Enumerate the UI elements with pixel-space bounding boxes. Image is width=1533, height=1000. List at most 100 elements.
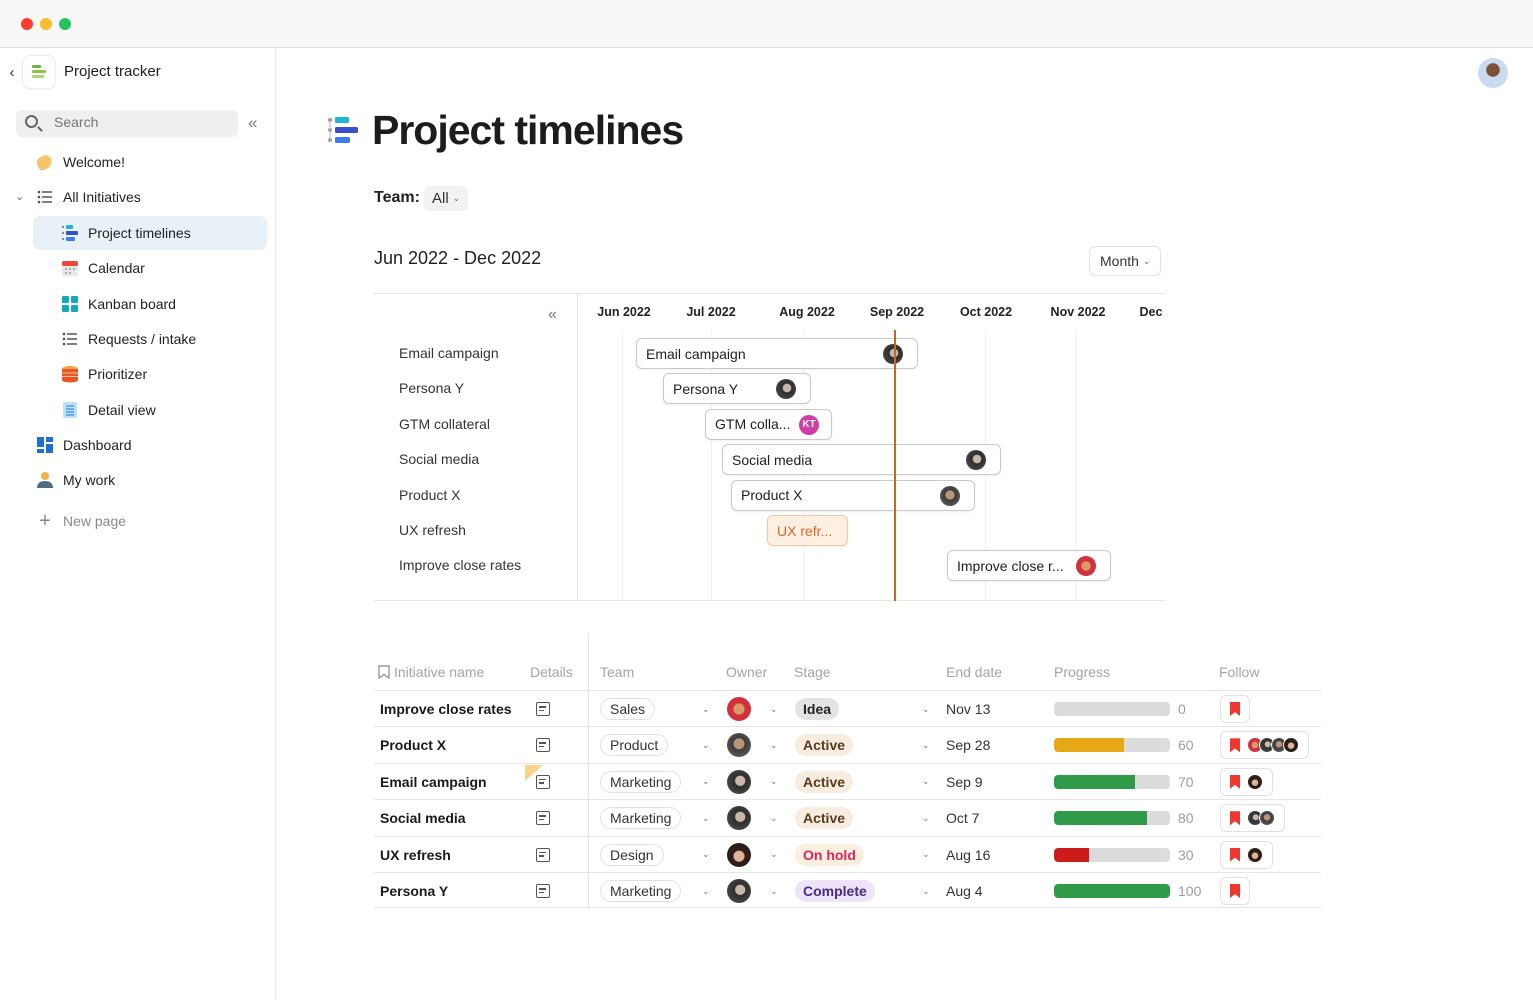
end-date[interactable]: Oct 7 bbox=[946, 800, 979, 836]
maximize-window-button[interactable] bbox=[59, 18, 71, 30]
end-date[interactable]: Sep 28 bbox=[946, 727, 990, 763]
back-chevron-icon[interactable]: ‹ bbox=[6, 64, 18, 81]
follow-button[interactable] bbox=[1220, 731, 1309, 760]
timeline-bar[interactable]: UX refr... bbox=[767, 515, 848, 546]
team-dropdown-chevron-icon[interactable]: ⌄ bbox=[702, 800, 710, 836]
user-avatar[interactable] bbox=[1478, 58, 1508, 88]
sidebar-item-detail-view[interactable]: Detail view bbox=[61, 393, 156, 427]
team-tag[interactable]: Marketing bbox=[600, 807, 682, 830]
timescale-select[interactable]: Month ⌄ bbox=[1089, 246, 1162, 276]
minimize-window-button[interactable] bbox=[40, 18, 52, 30]
stage-dropdown-chevron-icon[interactable]: ⌄ bbox=[922, 691, 930, 727]
team-dropdown-chevron-icon[interactable]: ⌄ bbox=[702, 727, 710, 763]
owner-avatar[interactable] bbox=[727, 879, 751, 903]
search-input[interactable] bbox=[54, 114, 224, 130]
team-tag[interactable]: Marketing bbox=[600, 880, 682, 902]
end-date[interactable]: Aug 4 bbox=[946, 873, 983, 909]
stage-dropdown-chevron-icon[interactable]: ⌄ bbox=[922, 837, 930, 873]
sidebar-item-prioritizer[interactable]: Prioritizer bbox=[61, 357, 147, 391]
details-doc-icon[interactable] bbox=[536, 774, 550, 789]
follow-button[interactable] bbox=[1220, 695, 1250, 723]
initiative-name[interactable]: Social media bbox=[380, 800, 466, 836]
collapse-sidebar-icon[interactable]: « bbox=[248, 113, 257, 133]
owner-avatar[interactable] bbox=[727, 842, 751, 867]
timeline-bar[interactable]: Email campaign bbox=[636, 338, 918, 369]
header-initiative-name[interactable]: Initiative name bbox=[378, 664, 484, 680]
sidebar-item-welcome[interactable]: Welcome! bbox=[34, 145, 125, 179]
initiative-name[interactable]: Email campaign bbox=[380, 764, 487, 800]
end-date[interactable]: Sep 9 bbox=[946, 764, 983, 800]
owner-avatar[interactable] bbox=[727, 697, 751, 721]
initiative-name[interactable]: Product X bbox=[380, 727, 446, 763]
team-dropdown-chevron-icon[interactable]: ⌄ bbox=[702, 764, 710, 800]
team-tag[interactable]: Marketing bbox=[600, 770, 682, 793]
follow-button[interactable] bbox=[1220, 877, 1250, 905]
stage-dropdown-chevron-icon[interactable]: ⌄ bbox=[922, 727, 930, 763]
table-row[interactable]: Email campaign Marketing ⌄ ⌄ Active ⌄ Se… bbox=[374, 762, 1321, 800]
header-follow[interactable]: Follow bbox=[1219, 664, 1259, 680]
sidebar-item-dashboard[interactable]: Dashboard bbox=[36, 428, 132, 462]
timeline-bar[interactable]: GTM colla... KT bbox=[705, 408, 832, 440]
owner-dropdown-chevron-icon[interactable]: ⌄ bbox=[770, 800, 778, 836]
team-tag[interactable]: Sales bbox=[600, 698, 656, 720]
timeline-bar[interactable]: Product X bbox=[731, 479, 975, 511]
stage-badge[interactable]: Active bbox=[795, 734, 854, 757]
team-tag[interactable]: Design bbox=[600, 843, 664, 866]
sidebar-item-my-work[interactable]: My work bbox=[36, 463, 115, 497]
owner-dropdown-chevron-icon[interactable]: ⌄ bbox=[770, 873, 778, 909]
timeline-bar[interactable]: Social media bbox=[722, 444, 1001, 476]
details-doc-icon[interactable] bbox=[536, 811, 550, 826]
sidebar-item-project-timelines[interactable]: Project timelines bbox=[33, 216, 267, 250]
owner-avatar[interactable] bbox=[727, 733, 751, 758]
stage-badge[interactable]: Active bbox=[795, 770, 854, 793]
owner-dropdown-chevron-icon[interactable]: ⌄ bbox=[770, 691, 778, 727]
header-team[interactable]: Team bbox=[600, 664, 634, 680]
stage-badge[interactable]: On hold bbox=[795, 843, 864, 866]
team-tag[interactable]: Product bbox=[600, 734, 669, 757]
details-doc-icon[interactable] bbox=[536, 738, 550, 753]
follow-button[interactable] bbox=[1220, 840, 1273, 869]
stage-dropdown-chevron-icon[interactable]: ⌄ bbox=[922, 873, 930, 909]
team-dropdown-chevron-icon[interactable]: ⌄ bbox=[702, 873, 710, 909]
timeline-bar[interactable]: Improve close r... bbox=[947, 550, 1111, 582]
initiative-name[interactable]: Persona Y bbox=[380, 873, 448, 909]
search-field[interactable] bbox=[16, 110, 238, 137]
header-owner[interactable]: Owner bbox=[726, 664, 767, 680]
follow-button[interactable] bbox=[1220, 804, 1285, 833]
owner-dropdown-chevron-icon[interactable]: ⌄ bbox=[770, 764, 778, 800]
table-row[interactable]: Social media Marketing ⌄ ⌄ Active ⌄ Oct … bbox=[374, 799, 1321, 835]
table-row[interactable]: UX refresh Design ⌄ ⌄ On hold ⌄ Aug 16 3… bbox=[374, 835, 1321, 873]
table-row[interactable]: Product X Product ⌄ ⌄ Active ⌄ Sep 28 60 bbox=[374, 726, 1321, 762]
owner-avatar[interactable] bbox=[727, 769, 751, 794]
initiative-name[interactable]: UX refresh bbox=[380, 837, 451, 873]
header-progress[interactable]: Progress bbox=[1054, 664, 1110, 680]
end-date[interactable]: Aug 16 bbox=[946, 837, 990, 873]
table-row[interactable]: Improve close rates Sales ⌄ ⌄ Idea ⌄ Nov… bbox=[374, 690, 1321, 726]
stage-dropdown-chevron-icon[interactable]: ⌄ bbox=[922, 764, 930, 800]
owner-avatar[interactable] bbox=[727, 806, 751, 831]
details-doc-icon[interactable] bbox=[536, 702, 550, 716]
sidebar-item-kanban-board[interactable]: Kanban board bbox=[61, 287, 176, 321]
sidebar-item-requests-intake[interactable]: Requests / intake bbox=[61, 322, 196, 356]
stage-badge[interactable]: Idea bbox=[795, 698, 840, 720]
team-dropdown-chevron-icon[interactable]: ⌄ bbox=[702, 837, 710, 873]
expand-chevron-icon[interactable]: ⌄ bbox=[15, 190, 24, 203]
timeline-bar[interactable]: Persona Y bbox=[663, 373, 811, 405]
close-window-button[interactable] bbox=[21, 18, 33, 30]
stage-badge[interactable]: Complete bbox=[795, 880, 875, 902]
header-details[interactable]: Details bbox=[530, 664, 573, 680]
end-date[interactable]: Nov 13 bbox=[946, 691, 990, 727]
table-row[interactable]: Persona Y Marketing ⌄ ⌄ Complete ⌄ Aug 4… bbox=[374, 872, 1321, 908]
stage-dropdown-chevron-icon[interactable]: ⌄ bbox=[922, 800, 930, 836]
sidebar-item-calendar[interactable]: Calendar bbox=[61, 251, 145, 285]
stage-badge[interactable]: Active bbox=[795, 807, 854, 830]
team-filter-select[interactable]: All ⌄ bbox=[424, 186, 469, 211]
owner-dropdown-chevron-icon[interactable]: ⌄ bbox=[770, 727, 778, 763]
sidebar-item-all-initiatives[interactable]: All Initiatives bbox=[36, 180, 141, 214]
collapse-labels-icon[interactable]: « bbox=[548, 306, 557, 324]
details-doc-icon[interactable] bbox=[536, 847, 550, 862]
header-end-date[interactable]: End date bbox=[946, 664, 1002, 680]
details-doc-icon[interactable] bbox=[536, 884, 550, 898]
owner-dropdown-chevron-icon[interactable]: ⌄ bbox=[770, 837, 778, 873]
team-dropdown-chevron-icon[interactable]: ⌄ bbox=[702, 691, 710, 727]
